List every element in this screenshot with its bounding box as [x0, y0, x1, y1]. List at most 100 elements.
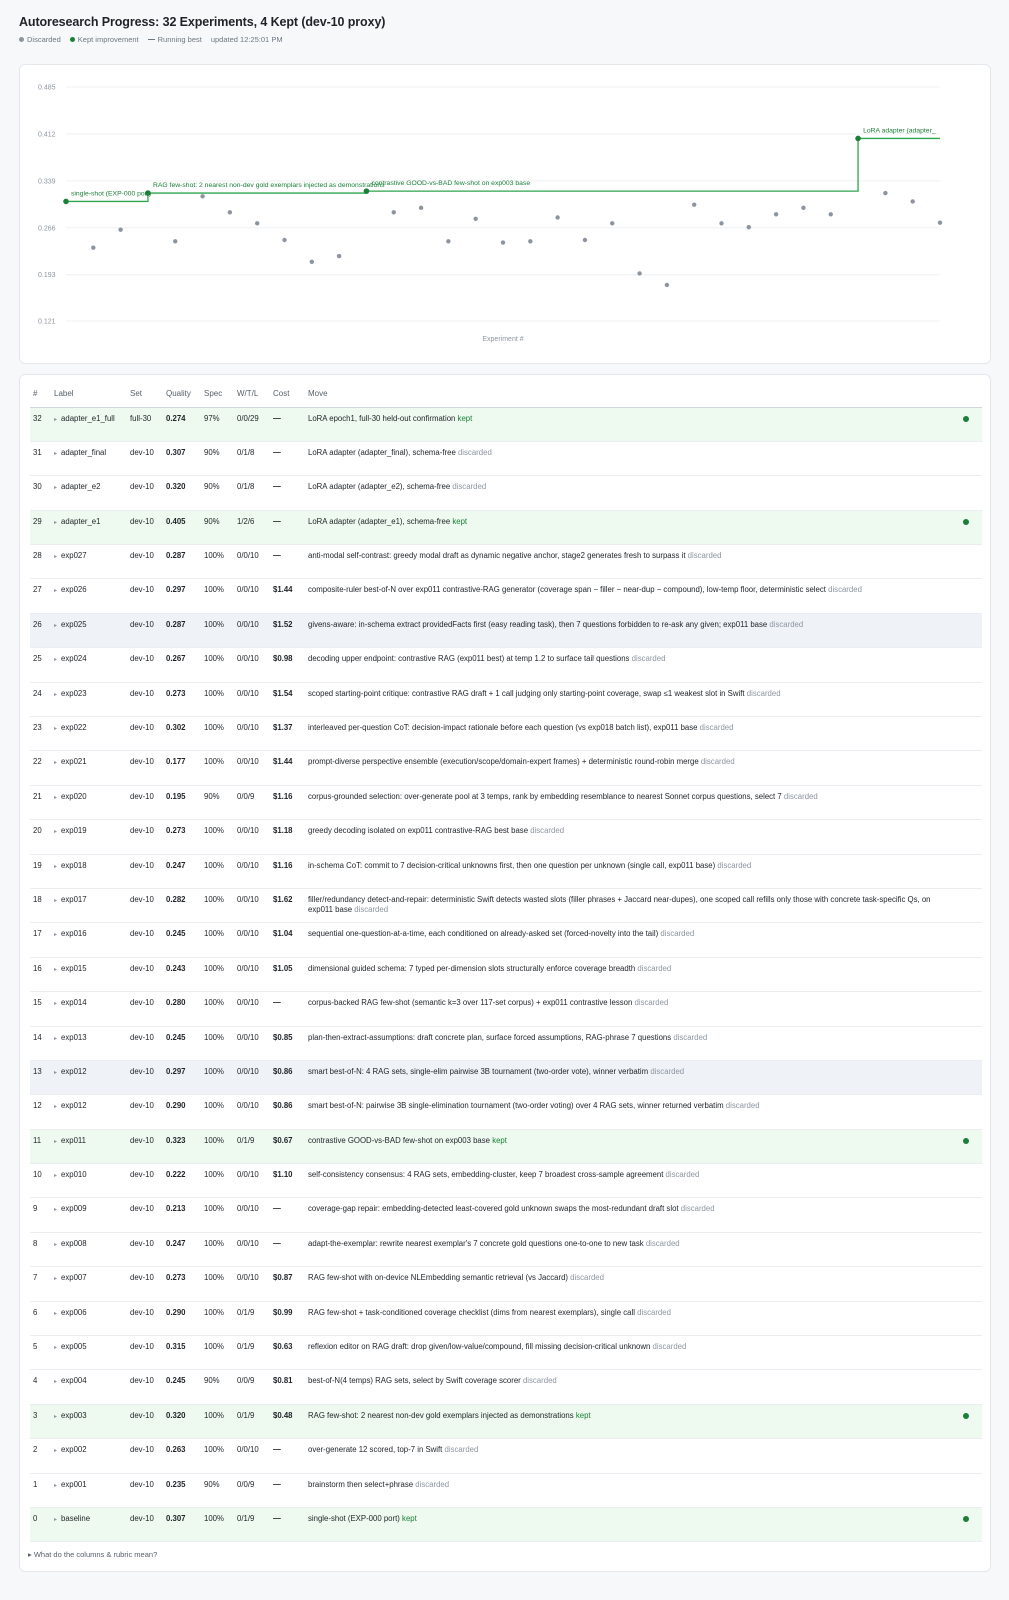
table-row[interactable]: 5 ▸ exp005 dev-10 0.315 100% 0/1/9 $0.63 reflexi…: [30, 1335, 982, 1371]
expand-chevron-icon[interactable]: ▸: [54, 1104, 57, 1110]
table-row[interactable]: 2 ▸ exp002 dev-10 0.263 100% 0/0/10— over-gener…: [30, 1438, 982, 1474]
table-row[interactable]: 18 ▸ exp017 dev-10 0.282 100% 0/0/10 $1.62 fille…: [30, 888, 982, 924]
kept-point[interactable]: [363, 188, 370, 194]
expand-chevron-icon[interactable]: ▸: [54, 1070, 57, 1076]
table-row[interactable]: 20 ▸ exp019 dev-10 0.273 100% 0/0/10 $1.18 greed…: [30, 819, 982, 855]
expand-chevron-icon[interactable]: ▸: [54, 451, 57, 457]
table-row[interactable]: 10 ▸ exp010 dev-10 0.222 100% 0/0/10 $1.10 self-…: [30, 1163, 982, 1199]
col-header-cost[interactable]: Cost: [270, 380, 305, 408]
discarded-point[interactable]: [883, 190, 888, 196]
discarded-point[interactable]: [200, 194, 205, 199]
expand-chevron-icon[interactable]: ▸: [54, 588, 57, 594]
table-row[interactable]: 8 ▸ exp008 dev-10 0.247 100% 0/0/10— adapt-the-…: [30, 1232, 982, 1268]
table-row[interactable]: 0 ▸ baseline dev-10 0.307 100% 0/1/9— single-sh…: [30, 1507, 982, 1543]
expand-chevron-icon[interactable]: ▸: [54, 657, 57, 663]
table-row[interactable]: 32 ▸ adapter_e1_full full-30 0.274 97% 0/0/29—…: [30, 407, 982, 442]
discarded-point[interactable]: [937, 220, 943, 225]
discarded-point[interactable]: [91, 245, 96, 250]
discarded-point[interactable]: [719, 221, 724, 226]
discarded-point[interactable]: [118, 227, 123, 232]
expand-chevron-icon[interactable]: ▸: [54, 1001, 57, 1007]
col-header-wtl[interactable]: W/T/L: [234, 380, 270, 408]
discarded-point[interactable]: [227, 210, 233, 215]
table-row[interactable]: 4 ▸ exp004 dev-10 0.245 90% 0/0/9 $0.81 best-of-…: [30, 1369, 982, 1405]
expand-chevron-icon[interactable]: ▸: [54, 1448, 57, 1454]
discarded-point[interactable]: [910, 199, 915, 204]
discarded-point[interactable]: [582, 237, 588, 243]
discarded-point[interactable]: [746, 224, 752, 230]
table-row[interactable]: 28 ▸ exp027 dev-10 0.287 100% 0/0/10— anti-moda…: [30, 544, 982, 580]
discarded-point[interactable]: [418, 205, 424, 211]
expand-chevron-icon[interactable]: ▸: [54, 898, 57, 904]
expand-chevron-icon[interactable]: ▸: [54, 932, 57, 938]
expand-chevron-icon[interactable]: ▸: [54, 1242, 57, 1248]
expand-chevron-icon[interactable]: ▸: [54, 1311, 57, 1317]
table-row[interactable]: 15 ▸ exp014 dev-10 0.280 100% 0/0/10— corpus-ba…: [30, 991, 982, 1027]
expand-chevron-icon[interactable]: ▸: [54, 554, 57, 560]
table-row[interactable]: 6 ▸ exp006 dev-10 0.290 100% 0/1/9 $0.99 RAG few…: [30, 1301, 982, 1337]
discarded-point[interactable]: [555, 215, 560, 220]
expand-chevron-icon[interactable]: ▸: [54, 967, 57, 973]
discarded-point[interactable]: [691, 202, 697, 207]
table-row[interactable]: 23 ▸ exp022 dev-10 0.302 100% 0/0/10 $1.37 inter…: [30, 716, 982, 752]
expand-chevron-icon[interactable]: ▸: [54, 760, 57, 766]
col-header-set[interactable]: Set: [127, 380, 163, 408]
expand-chevron-icon[interactable]: ▸: [54, 829, 57, 835]
expand-chevron-icon[interactable]: ▸: [54, 1036, 57, 1042]
discarded-point[interactable]: [664, 282, 670, 288]
expand-chevron-icon[interactable]: ▸: [54, 864, 57, 870]
expand-chevron-icon[interactable]: ▸: [54, 726, 57, 732]
table-row[interactable]: 14 ▸ exp013 dev-10 0.245 100% 0/0/10 $0.85 plan-…: [30, 1026, 982, 1061]
table-row[interactable]: 29 ▸ adapter_e1 dev-10 0.405 90% 1/2/6— LoRA ad…: [30, 510, 982, 546]
table-row[interactable]: 13 ▸ exp012 dev-10 0.297 100% 0/0/10 $0.86 smart…: [30, 1060, 982, 1096]
discarded-point[interactable]: [282, 237, 287, 243]
table-row[interactable]: 21 ▸ exp020 dev-10 0.195 90% 0/0/9 $1.16 corpus-…: [30, 785, 982, 821]
table-row[interactable]: 30 ▸ adapter_e2 dev-10 0.320 90% 0/1/8— LoRA ad…: [30, 475, 982, 511]
expand-chevron-icon[interactable]: ▸: [54, 1207, 57, 1213]
expand-chevron-icon[interactable]: ▸: [54, 417, 57, 423]
expand-chevron-icon[interactable]: ▸: [54, 1414, 57, 1420]
discarded-point[interactable]: [637, 271, 642, 276]
expand-chevron-icon[interactable]: ▸: [54, 1345, 57, 1351]
discarded-point[interactable]: [828, 212, 833, 217]
expand-chevron-icon[interactable]: ▸: [54, 1276, 57, 1282]
expand-chevron-icon[interactable]: ▸: [54, 1173, 57, 1179]
discarded-point[interactable]: [473, 216, 478, 221]
table-row[interactable]: 27 ▸ exp026 dev-10 0.297 100% 0/0/10 $1.44 compo…: [30, 578, 982, 614]
table-row[interactable]: 11 ▸ exp011 dev-10 0.323 100% 0/1/9 $0.67 contra…: [30, 1129, 982, 1165]
table-row[interactable]: 1 ▸ exp001 dev-10 0.235 90% 0/0/9— brainstorm t…: [30, 1473, 982, 1509]
col-header-spec[interactable]: Spec: [201, 380, 234, 408]
col-header-quality[interactable]: Quality: [163, 380, 201, 408]
discarded-point[interactable]: [336, 253, 342, 259]
table-row[interactable]: 26 ▸ exp025 dev-10 0.287 100% 0/0/10 $1.52 given…: [30, 613, 982, 649]
discarded-point[interactable]: [446, 239, 451, 244]
expand-chevron-icon[interactable]: ▸: [54, 692, 57, 698]
table-row[interactable]: 16 ▸ exp015 dev-10 0.243 100% 0/0/10 $1.05 dimen…: [30, 957, 982, 993]
discarded-point[interactable]: [309, 259, 315, 265]
table-row[interactable]: 12 ▸ exp012 dev-10 0.290 100% 0/0/10 $0.86 smart…: [30, 1094, 982, 1130]
discarded-point[interactable]: [173, 239, 178, 244]
discarded-point[interactable]: [610, 221, 615, 226]
columns-help-toggle[interactable]: ▸ What do the columns & rubric mean?: [28, 1550, 157, 1559]
expand-chevron-icon[interactable]: ▸: [54, 1379, 57, 1385]
col-header-move[interactable]: Move: [305, 380, 960, 408]
discarded-point[interactable]: [528, 239, 533, 244]
table-row[interactable]: 24 ▸ exp023 dev-10 0.273 100% 0/0/10 $1.54 scope…: [30, 682, 982, 718]
table-row[interactable]: 25 ▸ exp024 dev-10 0.267 100% 0/0/10 $0.98 decod…: [30, 647, 982, 683]
col-header-number[interactable]: #: [30, 380, 51, 408]
table-row[interactable]: 3 ▸ exp003 dev-10 0.320 100% 0/1/9 $0.48 RAG few…: [30, 1404, 982, 1440]
discarded-point[interactable]: [391, 210, 396, 215]
table-row[interactable]: 9 ▸ exp009 dev-10 0.213 100% 0/0/10— coverage-g…: [30, 1197, 982, 1233]
expand-chevron-icon[interactable]: ▸: [54, 623, 57, 629]
expand-chevron-icon[interactable]: ▸: [54, 1139, 57, 1145]
discarded-point[interactable]: [254, 221, 260, 226]
table-row[interactable]: 31 ▸ adapter_final dev-10 0.307 90% 0/1/8— LoRA…: [30, 441, 982, 477]
expand-chevron-icon[interactable]: ▸: [54, 795, 57, 801]
table-row[interactable]: 19 ▸ exp018 dev-10 0.247 100% 0/0/10 $1.16 in-sc…: [30, 854, 982, 889]
kept-point[interactable]: [855, 135, 861, 142]
discarded-point[interactable]: [500, 240, 506, 245]
expand-chevron-icon[interactable]: ▸: [54, 1517, 57, 1523]
discarded-point[interactable]: [801, 205, 806, 211]
expand-chevron-icon[interactable]: ▸: [54, 1483, 57, 1489]
table-row[interactable]: 22 ▸ exp021 dev-10 0.177 100% 0/0/10 $1.44 promp…: [30, 750, 982, 786]
